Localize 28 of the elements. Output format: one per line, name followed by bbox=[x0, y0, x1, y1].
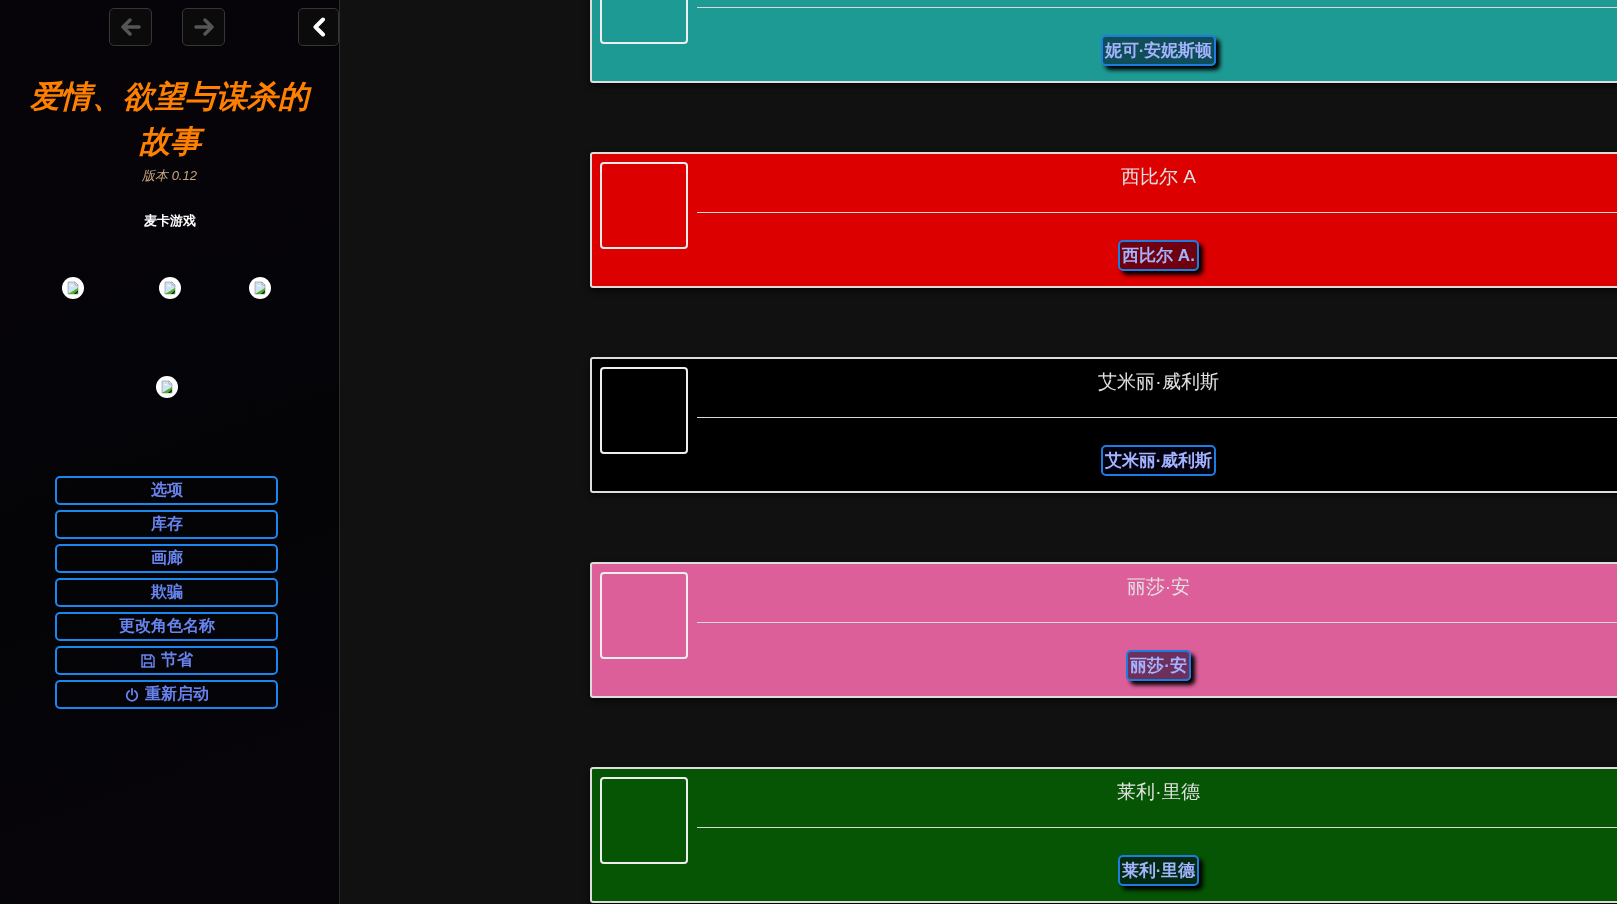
character-name: 艾米丽·威利斯 bbox=[1098, 371, 1219, 394]
broken-image-icon bbox=[62, 277, 84, 299]
broken-image-icon bbox=[159, 277, 181, 299]
broken-image-icon bbox=[156, 376, 178, 398]
game-title: 爱情、欲望与谋杀的故事 bbox=[24, 74, 315, 164]
studio-name: 麦卡游戏 bbox=[143, 212, 196, 230]
version-label: 版本 0.12 bbox=[142, 167, 197, 185]
broken-image-icon bbox=[249, 277, 271, 299]
collapse-sidebar-button[interactable] bbox=[298, 8, 339, 46]
menu-button[interactable]: 欺骗 bbox=[55, 578, 278, 607]
chevron-left-icon bbox=[311, 17, 326, 37]
menu-button[interactable]: 库存 bbox=[55, 510, 278, 539]
character-name: 莱利·里德 bbox=[1117, 781, 1200, 804]
menu-button[interactable]: 选项 bbox=[55, 476, 278, 505]
menu-button[interactable]: 画廊 bbox=[55, 544, 278, 573]
character-name-button[interactable]: 西比尔 A. bbox=[1118, 240, 1199, 271]
character-name-button[interactable]: 妮可·安妮斯顿 bbox=[1100, 35, 1217, 66]
character-name: 西比尔 A bbox=[1121, 166, 1196, 189]
menu-button[interactable]: 重新启动 bbox=[55, 680, 278, 709]
back-arrow-icon bbox=[120, 18, 141, 36]
power-icon bbox=[124, 687, 139, 702]
forward-arrow-icon bbox=[193, 18, 214, 36]
menu-button[interactable]: 节省 bbox=[55, 646, 278, 675]
character-name-button[interactable]: 丽莎·安 bbox=[1126, 650, 1191, 681]
character-name: 丽莎·安 bbox=[1126, 576, 1191, 599]
menu-button[interactable]: 更改角色名称 bbox=[55, 612, 278, 641]
character-name-button[interactable]: 艾米丽·威利斯 bbox=[1100, 445, 1217, 476]
character-name-button[interactable]: 莱利·里德 bbox=[1117, 855, 1200, 886]
